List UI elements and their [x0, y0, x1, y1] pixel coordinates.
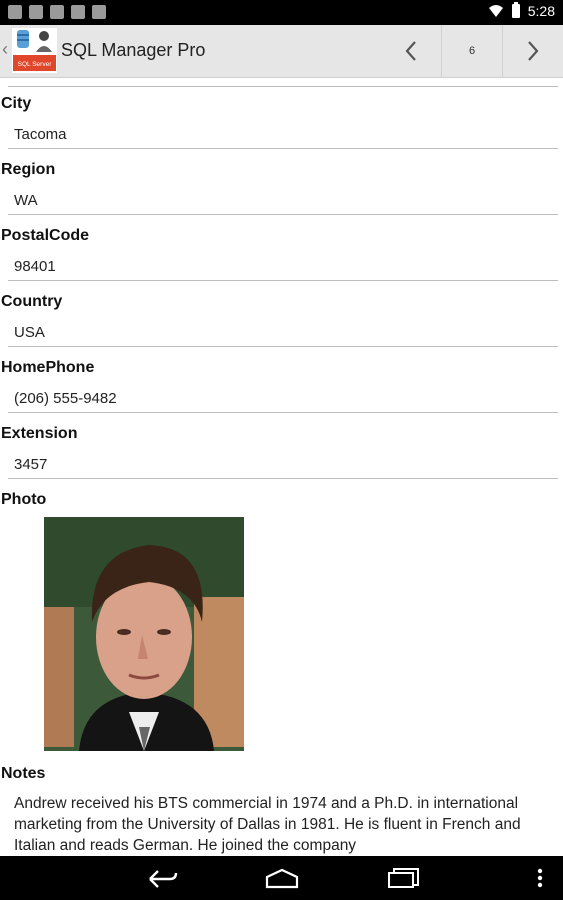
home-button[interactable] — [262, 864, 302, 892]
field-underline — [8, 346, 558, 347]
country-field[interactable]: USA — [14, 324, 45, 341]
extension-label: Extension — [1, 425, 78, 442]
field-underline — [8, 412, 558, 413]
wifi-icon — [488, 5, 503, 17]
record-detail-form: City Tacoma Region WA PostalCode 98401 C… — [0, 78, 563, 856]
back-button[interactable] — [141, 864, 181, 892]
status-time: 5:28 — [527, 3, 555, 19]
postalcode-label: PostalCode — [1, 227, 90, 244]
country-label: Country — [1, 293, 63, 310]
chevron-left-icon — [405, 41, 416, 61]
divider — [8, 86, 558, 87]
status-bar: 5:28 — [0, 0, 563, 25]
action-bar: ‹ SQL Server SQL Manager Pro 6 — [0, 25, 563, 78]
app-logo-icon[interactable]: SQL Server — [12, 28, 57, 73]
homephone-label: HomePhone — [1, 359, 95, 376]
city-field[interactable]: Tacoma — [14, 126, 67, 143]
battery-icon — [511, 2, 520, 18]
field-underline — [8, 148, 558, 149]
photo-label: Photo — [1, 491, 47, 508]
svg-text:SQL Server: SQL Server — [18, 61, 53, 68]
next-record-button[interactable] — [503, 25, 563, 77]
field-underline — [8, 280, 558, 281]
employee-photo[interactable] — [44, 517, 244, 751]
region-field[interactable]: WA — [14, 192, 38, 209]
field-underline — [8, 478, 558, 479]
homephone-field[interactable]: (206) 555-9482 — [14, 390, 117, 407]
back-arrow-icon — [149, 870, 178, 888]
record-number[interactable]: 6 — [441, 25, 503, 77]
field-underline — [8, 214, 558, 215]
notification-icons — [8, 5, 106, 19]
chevron-right-icon — [528, 41, 539, 61]
recent-apps-button[interactable] — [383, 864, 423, 892]
notification-icon — [50, 5, 64, 19]
notification-icon — [8, 5, 22, 19]
store-notification-icon — [92, 5, 106, 19]
overflow-menu-icon — [537, 868, 543, 888]
notes-field[interactable]: Andrew received his BTS commercial in 19… — [14, 793, 554, 856]
notes-label: Notes — [1, 765, 46, 782]
recent-apps-icon — [388, 868, 419, 888]
navigation-bar — [0, 856, 563, 900]
image-notification-icon — [29, 5, 43, 19]
previous-record-button[interactable] — [381, 25, 441, 77]
postalcode-field[interactable]: 98401 — [14, 258, 56, 275]
up-navigation-icon[interactable]: ‹ — [2, 39, 8, 60]
home-icon — [265, 868, 299, 889]
region-label: Region — [1, 161, 56, 178]
app-title: SQL Manager Pro — [61, 40, 206, 60]
notification-icon — [71, 5, 85, 19]
city-label: City — [1, 95, 32, 112]
extension-field[interactable]: 3457 — [14, 456, 47, 473]
overflow-menu-button[interactable] — [520, 864, 560, 892]
